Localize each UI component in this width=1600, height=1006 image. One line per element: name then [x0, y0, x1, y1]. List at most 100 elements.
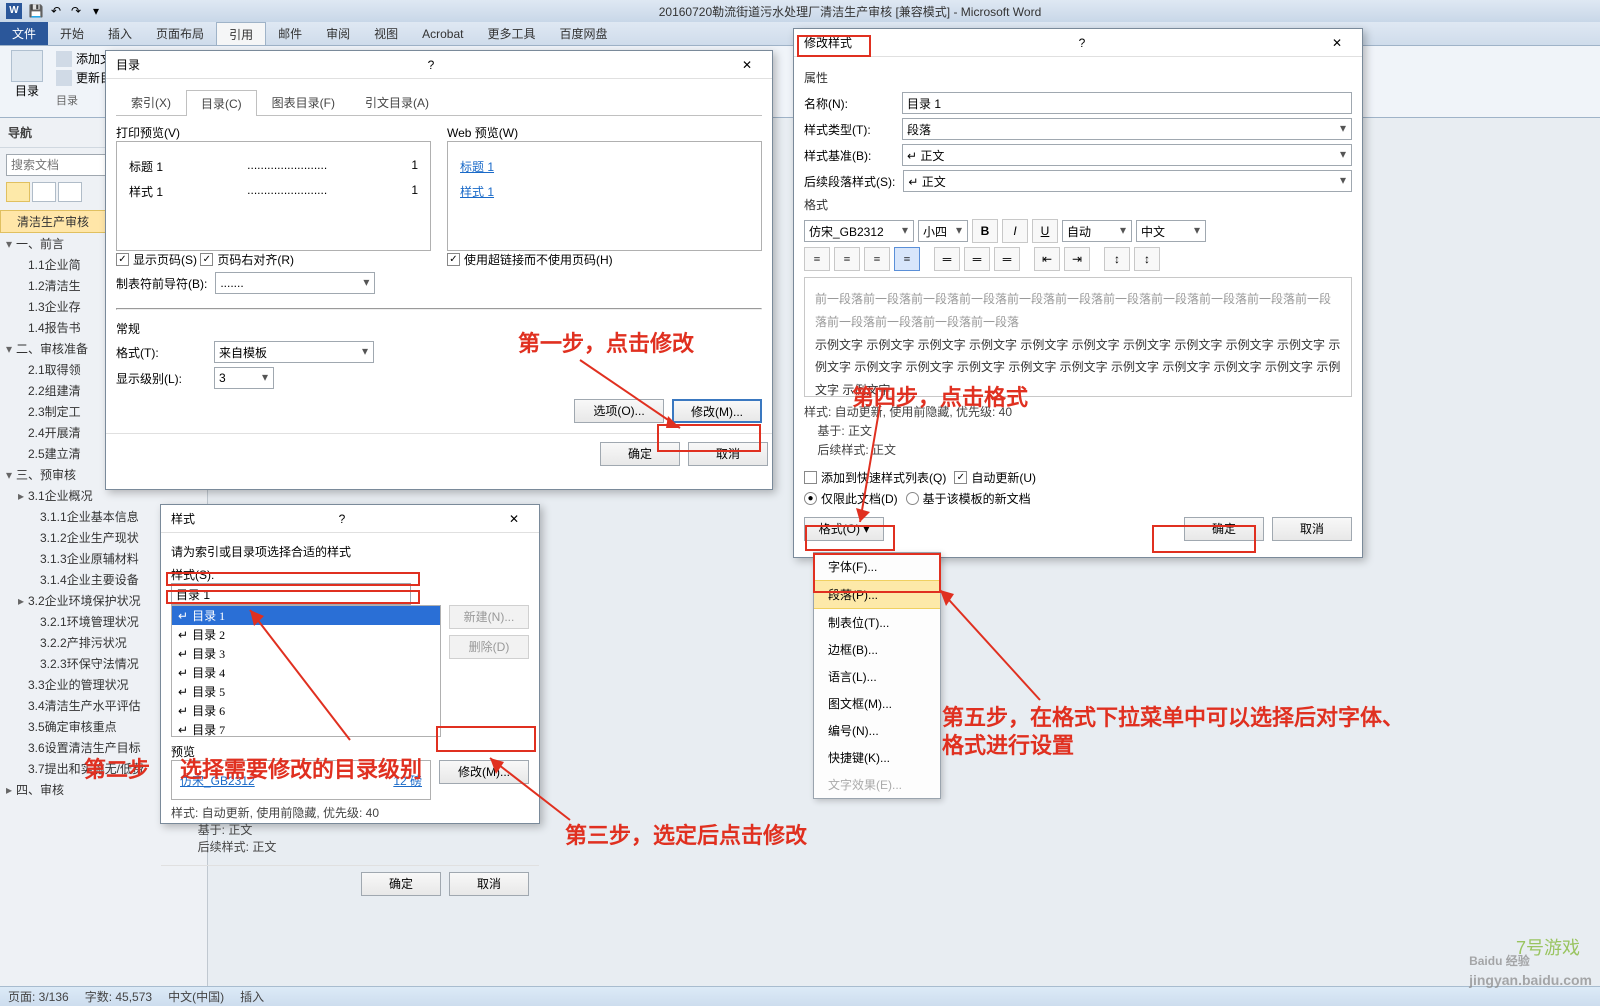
show-page-checkbox[interactable]: ✓显示页码(S): [116, 251, 197, 268]
line-spacing-15-button[interactable]: ═: [964, 247, 990, 271]
menu-paragraph[interactable]: 段落(P)...: [814, 580, 940, 609]
tab-review[interactable]: 审阅: [314, 22, 362, 45]
status-words[interactable]: 字数: 45,573: [85, 988, 152, 1005]
delete-style-button[interactable]: 删除(D): [449, 635, 529, 659]
options-button[interactable]: 选项(O)...: [574, 399, 664, 423]
nav-view-results-icon[interactable]: [58, 182, 82, 202]
menu-tabs[interactable]: 制表位(T)...: [814, 609, 940, 636]
right-align-checkbox[interactable]: ✓页码右对齐(R): [200, 251, 294, 268]
style-name-field[interactable]: [902, 92, 1352, 114]
ok-button[interactable]: 确定: [1184, 517, 1264, 541]
based-on-select[interactable]: [902, 144, 1352, 166]
nav-view-pages-icon[interactable]: [32, 182, 56, 202]
menu-border[interactable]: 边框(B)...: [814, 636, 940, 663]
indent-dec-button[interactable]: ⇤: [1034, 247, 1060, 271]
next-style-select[interactable]: [903, 170, 1352, 192]
only-doc-radio[interactable]: ●仅限此文档(D): [804, 490, 898, 507]
tab-mailings[interactable]: 邮件: [266, 22, 314, 45]
tab-baidu[interactable]: 百度网盘: [548, 22, 620, 45]
tab-view[interactable]: 视图: [362, 22, 410, 45]
status-insert[interactable]: 插入: [240, 988, 264, 1005]
nav-view-headings-icon[interactable]: [6, 182, 30, 202]
align-justify-button[interactable]: ≡: [894, 247, 920, 271]
tab-toc[interactable]: 目录(C): [186, 90, 257, 116]
align-left-button[interactable]: ≡: [804, 247, 830, 271]
italic-button[interactable]: I: [1002, 219, 1028, 243]
help-icon[interactable]: ?: [1079, 36, 1086, 50]
menu-text-effect[interactable]: 文字效果(E)...: [814, 771, 940, 798]
style-list-item[interactable]: ↵目录 6: [172, 701, 440, 720]
style-list-item[interactable]: ↵目录 7: [172, 720, 440, 737]
menu-numbering[interactable]: 编号(N)...: [814, 717, 940, 744]
tab-file[interactable]: 文件: [0, 22, 48, 45]
tab-layout[interactable]: 页面布局: [144, 22, 216, 45]
tab-acrobat[interactable]: Acrobat: [410, 22, 475, 45]
modify-style-button[interactable]: 修改(M)...: [439, 760, 529, 784]
font-color-select[interactable]: [1062, 220, 1132, 242]
add-quick-checkbox[interactable]: 添加到快速样式列表(Q): [804, 469, 946, 486]
undo-icon[interactable]: ↶: [47, 2, 65, 20]
style-description: 样式: 自动更新, 使用前隐藏, 优先级: 40 基于: 正文 后续样式: 正文: [804, 403, 1352, 461]
format-select[interactable]: [214, 341, 374, 363]
indent-inc-button[interactable]: ⇥: [1064, 247, 1090, 271]
cancel-button[interactable]: 取消: [449, 872, 529, 896]
style-list-item[interactable]: ↵目录 5: [172, 682, 440, 701]
tab-index[interactable]: 索引(X): [116, 89, 186, 115]
modify-button[interactable]: 修改(M)...: [672, 399, 762, 423]
tab-more-tools[interactable]: 更多工具: [475, 22, 547, 45]
update-toc-button[interactable]: 更新目: [56, 69, 112, 86]
style-list-item[interactable]: ↵目录 2: [172, 625, 440, 644]
line-spacing-1-button[interactable]: ═: [934, 247, 960, 271]
qat-more-icon[interactable]: ▾: [87, 2, 105, 20]
line-spacing-2-button[interactable]: ═: [994, 247, 1020, 271]
para-space-dec-button[interactable]: ↕: [1104, 247, 1130, 271]
style-name-input[interactable]: [171, 583, 411, 605]
cancel-button[interactable]: 取消: [1272, 517, 1352, 541]
refresh-icon: [56, 70, 72, 86]
tab-home[interactable]: 开始: [48, 22, 96, 45]
close-icon[interactable]: ✕: [732, 58, 762, 72]
tab-insert[interactable]: 插入: [96, 22, 144, 45]
save-icon[interactable]: 💾: [27, 2, 45, 20]
help-icon[interactable]: ?: [428, 58, 435, 72]
status-language[interactable]: 中文(中国): [168, 988, 224, 1005]
status-page[interactable]: 页面: 3/136: [8, 988, 69, 1005]
redo-icon[interactable]: ↷: [67, 2, 85, 20]
styles-listbox[interactable]: ↵目录 1↵目录 2↵目录 3↵目录 4↵目录 5↵目录 6↵目录 7↵目录 8…: [171, 605, 441, 737]
align-right-button[interactable]: ≡: [864, 247, 890, 271]
menu-frame[interactable]: 图文框(M)...: [814, 690, 940, 717]
hyperlink-checkbox[interactable]: ✓使用超链接而不使用页码(H): [447, 251, 613, 268]
format-menu-button[interactable]: 格式(O) ▾: [804, 517, 884, 541]
toc-button[interactable]: 目录: [8, 50, 46, 99]
ok-button[interactable]: 确定: [361, 872, 441, 896]
font-size-select[interactable]: [918, 220, 968, 242]
cancel-button[interactable]: 取消: [688, 442, 768, 466]
style-list-item[interactable]: ↵目录 3: [172, 644, 440, 663]
style-list-item[interactable]: ↵目录 4: [172, 663, 440, 682]
auto-update-checkbox[interactable]: ✓自动更新(U): [954, 469, 1036, 486]
tab-citations[interactable]: 引文目录(A): [350, 89, 444, 115]
new-template-radio[interactable]: 基于该模板的新文档: [906, 490, 1031, 507]
menu-language[interactable]: 语言(L)...: [814, 663, 940, 690]
para-space-inc-button[interactable]: ↕: [1134, 247, 1160, 271]
font-family-select[interactable]: [804, 220, 914, 242]
levels-spinner[interactable]: [214, 367, 274, 389]
leader-select[interactable]: [215, 272, 375, 294]
close-icon[interactable]: ✕: [1322, 36, 1352, 50]
tab-figures[interactable]: 图表目录(F): [257, 89, 350, 115]
help-icon[interactable]: ?: [339, 512, 346, 526]
style-type-select[interactable]: [902, 118, 1352, 140]
style-list-item[interactable]: ↵目录 1: [172, 606, 440, 625]
new-style-button[interactable]: 新建(N)...: [449, 605, 529, 629]
ok-button[interactable]: 确定: [600, 442, 680, 466]
preview-label: 预览: [171, 743, 529, 760]
close-icon[interactable]: ✕: [499, 512, 529, 526]
menu-shortcut[interactable]: 快捷键(K)...: [814, 744, 940, 771]
bold-button[interactable]: B: [972, 219, 998, 243]
tab-references[interactable]: 引用: [216, 22, 266, 45]
underline-button[interactable]: U: [1032, 219, 1058, 243]
font-lang-select[interactable]: [1136, 220, 1206, 242]
menu-font[interactable]: 字体(F)...: [814, 553, 940, 580]
add-text-button[interactable]: 添加文: [56, 50, 112, 67]
align-center-button[interactable]: ≡: [834, 247, 860, 271]
